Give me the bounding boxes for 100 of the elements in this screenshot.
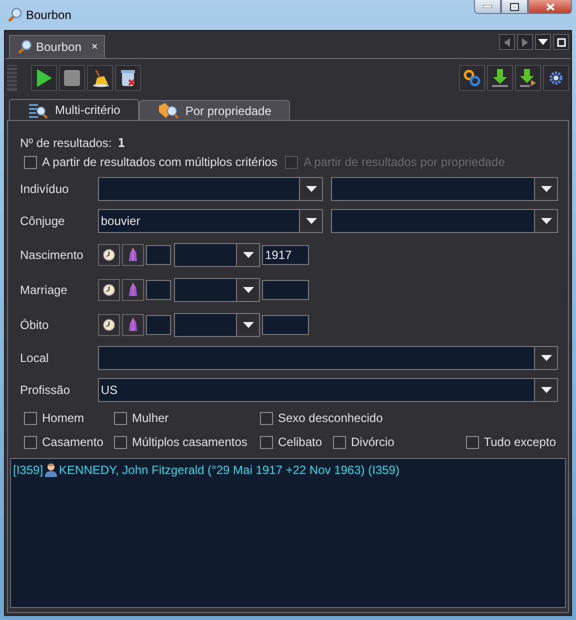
crystal-button[interactable] <box>122 314 144 336</box>
close-tab-button[interactable]: × <box>91 41 98 53</box>
down-arrow-icon <box>519 69 537 87</box>
combo-box[interactable] <box>331 209 558 233</box>
crystal-button[interactable] <box>122 244 144 266</box>
combo-box[interactable] <box>331 177 558 201</box>
tab-label: Multi-critério <box>55 103 120 117</box>
toolbar-button[interactable] <box>459 65 485 91</box>
caret-icon <box>540 355 552 361</box>
caret-icon <box>540 387 552 393</box>
field-label: Indivíduo <box>20 182 70 196</box>
caret-icon <box>306 218 317 224</box>
clock-button[interactable] <box>98 244 120 266</box>
maximize-button[interactable] <box>553 34 569 50</box>
year-field[interactable] <box>262 314 309 334</box>
close-button[interactable] <box>528 0 572 14</box>
day-field[interactable] <box>146 280 171 300</box>
stop-icon <box>64 70 80 86</box>
clock-button[interactable] <box>98 314 120 336</box>
maximize-button[interactable] <box>501 0 528 14</box>
person-icon <box>45 463 58 477</box>
maximize-icon <box>556 38 566 46</box>
checkbox-label: Tudo excepto <box>484 435 556 449</box>
toolbar-grip-icon <box>7 65 17 91</box>
caret-icon <box>540 186 552 192</box>
caret-icon <box>306 186 317 192</box>
combo-box[interactable]: bouvier <box>98 209 324 233</box>
checkbox-label: Casamento <box>42 435 104 449</box>
caret-icon <box>540 218 552 224</box>
crystal-icon <box>128 318 138 332</box>
caret-icon <box>242 322 254 328</box>
results-count-label: Nº de resultados: <box>20 136 112 150</box>
clock-icon <box>103 248 115 260</box>
checkbox[interactable] <box>114 436 127 448</box>
checkbox[interactable] <box>260 436 273 448</box>
toolbar-button[interactable] <box>515 65 541 91</box>
search-icon <box>6 7 22 23</box>
combo-box[interactable] <box>98 346 558 370</box>
combo-box[interactable] <box>174 278 260 302</box>
toolbar-button[interactable] <box>87 65 113 91</box>
result-entry[interactable]: KENNEDY, John Fitzgerald (°29 Mai 1917 +22 Nov 1963) (I359) <box>59 463 400 477</box>
caret-icon <box>242 286 254 292</box>
checkbox[interactable] <box>114 412 127 424</box>
checkbox[interactable] <box>24 436 37 448</box>
document-tab[interactable]: Bourbon × <box>9 35 105 58</box>
checkbox[interactable] <box>466 436 479 448</box>
tab[interactable]: Por propriedade <box>139 100 290 120</box>
maximize-icon <box>510 2 519 10</box>
crystal-icon <box>128 248 138 262</box>
checkbox-label: Divórcio <box>351 435 394 449</box>
year-field[interactable]: 1917 <box>262 244 309 264</box>
combo-box[interactable] <box>174 242 260 266</box>
down-arrow-icon <box>491 69 509 87</box>
toolbar-button[interactable] <box>543 65 569 91</box>
toolbar-button[interactable] <box>31 65 57 91</box>
results-count-value: 1 <box>118 136 125 150</box>
checkbox[interactable] <box>24 412 37 424</box>
right-arrow-icon <box>522 38 528 46</box>
minimize-button[interactable] <box>474 0 501 14</box>
checkbox[interactable] <box>24 156 37 168</box>
day-field[interactable] <box>146 314 171 334</box>
tab-label: Por propriedade <box>185 104 272 118</box>
checkbox-label: Celibato <box>278 435 322 449</box>
combo-box[interactable] <box>98 177 324 201</box>
year-field[interactable] <box>262 280 309 300</box>
crystal-button[interactable] <box>122 278 144 300</box>
result-id[interactable]: [I359] <box>13 463 44 477</box>
next-button[interactable] <box>517 34 533 50</box>
toolbar-button[interactable] <box>115 65 141 91</box>
day-field[interactable] <box>146 244 171 264</box>
tag-search-icon <box>158 102 180 119</box>
minimize-icon <box>483 5 492 8</box>
field-label: Cônjuge <box>20 214 66 228</box>
checkbox-label: Homem <box>42 411 84 425</box>
window-title: Bourbon <box>26 8 72 22</box>
caret-icon <box>538 39 548 45</box>
broom-icon <box>91 69 109 87</box>
checkbox-label: A partir de resultados com múltiplos critérios <box>42 155 278 169</box>
field-label: Profissão <box>20 383 72 397</box>
field-label: Óbito <box>20 318 50 332</box>
checkbox-label: Sexo desconhecido <box>278 411 383 425</box>
crystal-icon <box>128 282 138 296</box>
tab-label: Bourbon <box>36 40 82 54</box>
checkbox-label: Múltiplos casamentos <box>132 435 248 449</box>
tab[interactable]: Multi-critério <box>9 99 140 120</box>
checkbox[interactable] <box>260 412 273 424</box>
field-label: Local <box>20 351 50 365</box>
previous-button[interactable] <box>499 34 515 50</box>
combo-box[interactable]: US <box>98 378 558 402</box>
close-icon <box>546 2 554 10</box>
field-label: Marriage <box>20 282 68 296</box>
checkbox[interactable] <box>333 436 346 448</box>
combo-box[interactable] <box>174 312 260 336</box>
left-arrow-icon <box>504 38 510 46</box>
clock-button[interactable] <box>98 278 120 300</box>
toolbar-button[interactable] <box>487 65 513 91</box>
gear-icon <box>549 71 563 85</box>
search-icon <box>16 39 32 55</box>
list-search-icon <box>28 102 49 118</box>
dropdown-button[interactable] <box>535 34 551 50</box>
